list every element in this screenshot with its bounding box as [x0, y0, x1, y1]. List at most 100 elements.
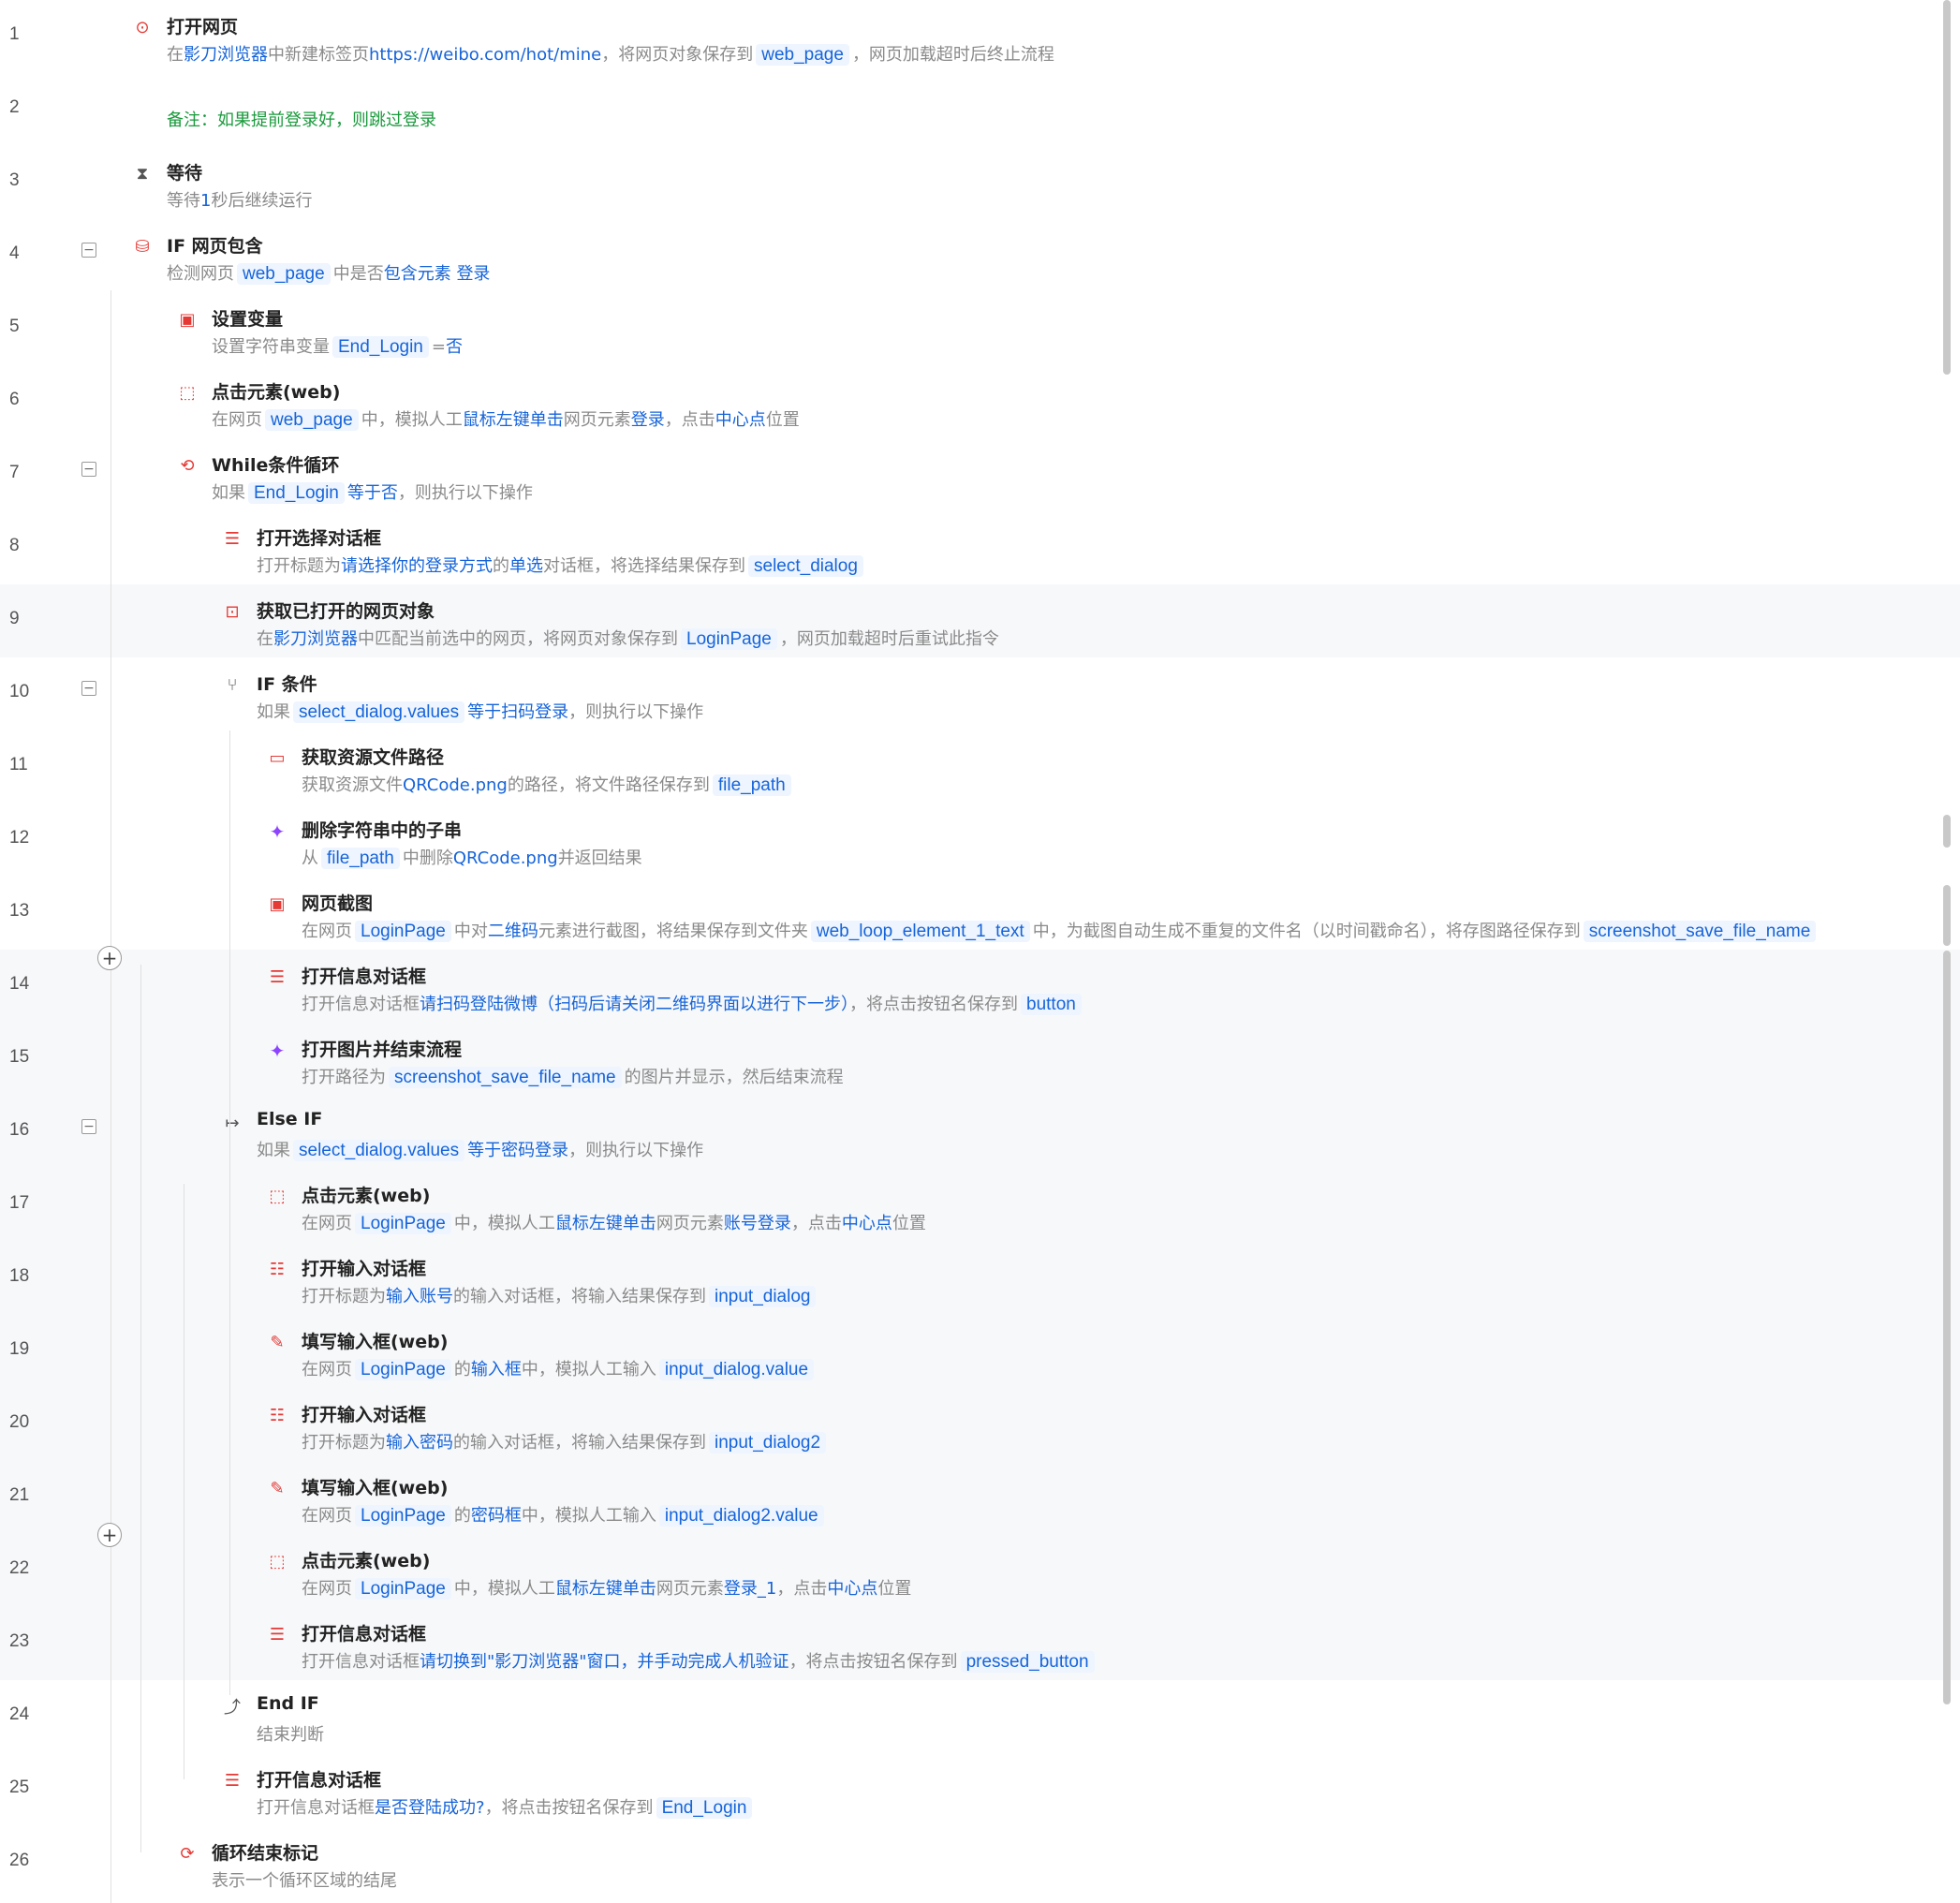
variable-chip: LoginPage — [355, 921, 451, 942]
step-row[interactable]: 17 ⬚ 点击元素(web) 在网页 LoginPage 中，模拟人工鼠标左键单击网页元素… — [0, 1169, 1960, 1242]
step-row[interactable]: 21 ✎ 填写输入框(web) 在网页 LoginPage 的密码框中，模拟人工输入 inp… — [0, 1461, 1960, 1534]
desc-text: 的 — [453, 1506, 471, 1526]
step-row[interactable]: 11 ▭ 获取资源文件路径 获取资源文件QRCode.png的路径，将文件路径保存到 f… — [0, 730, 1960, 804]
desc-text: 位置 — [765, 410, 800, 430]
step-row[interactable]: 7 − ⟲ While条件循环 如果 End_Login 等于否，则执行以下操作 — [0, 438, 1960, 511]
desc-text: 在网页 — [302, 1360, 352, 1379]
step-row[interactable]: 14 ☰ 打开信息对话框 打开信息对话框请扫码登陆微博（扫码后请关闭二维码界面以进行下… — [0, 950, 1960, 1023]
step-description: 在网页 web_page 中，模拟人工鼠标左键单击网页元素登录，点击中心点位置 — [212, 406, 800, 431]
step-row[interactable]: 16 − ↦ Else IF 如果 select_dialog.values 等于密码登录，… — [0, 1096, 1960, 1169]
desc-text: 在 — [257, 629, 273, 649]
step-row[interactable]: 18 ☷ 打开输入对话框 打开标题为输入账号的输入对话框，将输入结果保存到 input_… — [0, 1242, 1960, 1315]
param-value: 请扫码登陆微博（扫码后请关闭二维码界面以进行下一步） — [420, 995, 849, 1014]
line-number: 8 — [9, 536, 20, 555]
desc-text: 中，模拟人工 — [361, 410, 463, 430]
variable-chip: screenshot_save_file_name — [1583, 921, 1817, 942]
add-step-button[interactable]: + — [97, 946, 122, 970]
step-row[interactable]: 3 ⧗ 等待 等待1秒后继续运行 — [0, 146, 1960, 219]
desc-text: 的 — [493, 556, 509, 576]
desc-text: 中匹配当前选中的网页，将网页对象保存到 — [358, 629, 678, 649]
step-row[interactable]: 20 ☷ 打开输入对话框 打开标题为输入密码的输入对话框，将输入结果保存到 input_… — [0, 1388, 1960, 1461]
scrollbar[interactable] — [1943, 885, 1951, 946]
param-value: 登录 — [630, 410, 665, 430]
scrollbar[interactable] — [1943, 815, 1951, 848]
desc-text: 的路径，将文件路径保存到 — [507, 775, 710, 795]
step-row[interactable]: 19 ✎ 填写输入框(web) 在网页 LoginPage 的输入框中，模拟人工输入 inp… — [0, 1315, 1960, 1388]
folder-path-icon: ▭ — [269, 748, 286, 768]
param-value: 输入框 — [470, 1360, 522, 1379]
line-number: 11 — [9, 755, 28, 774]
add-step-button[interactable]: + — [97, 1523, 122, 1547]
param-value: QRCode.png — [403, 775, 508, 795]
step-title: 打开网页 — [167, 17, 239, 37]
step-title: 网页截图 — [302, 893, 374, 914]
param-value: 否 — [445, 337, 463, 357]
desc-text: 等待 — [167, 191, 200, 211]
desc-text: ，则执行以下操作 — [568, 702, 704, 722]
line-number: 4 — [9, 243, 20, 263]
step-row[interactable]: 13 ▣ 网页截图 在网页 LoginPage 中对二维码元素进行截图，将结果保存到文件夹… — [0, 877, 1960, 950]
step-row[interactable]: 1 ⊙ 打开网页 在影刀浏览器中新建标签页https://weibo.com/hot/… — [0, 0, 1960, 73]
indent-guide — [140, 965, 141, 1852]
param-value: 请选择你的登录方式 — [341, 556, 493, 576]
browser-open-icon: ⊙ — [135, 18, 150, 37]
while-loop-icon: ⟲ — [180, 456, 195, 476]
desc-text: 打开标题为 — [257, 556, 341, 576]
variable-chip: LoginPage — [355, 1359, 451, 1380]
step-row[interactable]: 5 ▣ 设置变量 设置字符串变量 End_Login =否 — [0, 292, 1960, 365]
collapse-toggle[interactable]: − — [81, 462, 96, 477]
desc-text: 中对 — [453, 922, 488, 941]
step-row[interactable]: 24 ⤴ End IF 结束判断 — [0, 1680, 1960, 1753]
collapse-toggle[interactable]: − — [81, 681, 96, 696]
hourglass-icon: ⧗ — [136, 164, 149, 184]
param-value: 鼠标左键单击 — [462, 410, 564, 430]
line-number: 26 — [9, 1851, 30, 1870]
ai-sparkle-icon: ✦ — [269, 1040, 286, 1062]
step-row[interactable]: 6 ⬚ 点击元素(web) 在网页 web_page 中，模拟人工鼠标左键单击网页元素登录… — [0, 365, 1960, 438]
step-row[interactable]: 10 − ⑂ IF 条件 如果 select_dialog.values 等于扫码登录，则执… — [0, 657, 1960, 730]
param-value: 中心点 — [715, 410, 766, 430]
step-title: 打开输入对话框 — [302, 1405, 427, 1425]
line-number: 5 — [9, 317, 20, 336]
end-if-icon: ⤴ — [224, 1698, 241, 1718]
variable-chip: file_path — [321, 848, 400, 869]
param-value: 是否登陆成功? — [375, 1798, 485, 1818]
step-row[interactable]: 15 ✦ 打开图片并结束流程 打开路径为 screenshot_save_file_na… — [0, 1023, 1960, 1096]
step-title: 等待 — [167, 163, 203, 184]
param-value: 账号登录 — [723, 1214, 791, 1233]
step-description: 获取资源文件QRCode.png的路径，将文件路径保存到 file_path — [302, 772, 794, 796]
desc-text: 中，模拟人工 — [453, 1214, 555, 1233]
line-number: 22 — [9, 1558, 30, 1578]
step-description: 打开信息对话框是否登陆成功?，将点击按钮名保存到 End_Login — [257, 1794, 755, 1819]
desc-text: 秒后继续运行 — [211, 191, 313, 211]
step-row[interactable]: 26 ⟳ 循环结束标记 表示一个循环区域的结尾 — [0, 1826, 1960, 1899]
step-title: 打开信息对话框 — [257, 1770, 382, 1791]
step-row[interactable]: 8 ☰ 打开选择对话框 打开标题为请选择你的登录方式的单选对话框，将选择结果保存到 se… — [0, 511, 1960, 584]
step-row[interactable]: 9 ⊡ 获取已打开的网页对象 在影刀浏览器中匹配当前选中的网页，将网页对象保存到 Log… — [0, 584, 1960, 657]
desc-text: 打开标题为 — [302, 1433, 386, 1453]
desc-text: = — [431, 337, 446, 357]
step-row[interactable]: 25 ☰ 打开信息对话框 打开信息对话框是否登陆成功?，将点击按钮名保存到 End_Lo… — [0, 1753, 1960, 1826]
step-row[interactable]: 12 ✦ 删除字符串中的子串从 file_path 中删除QRCode.png并返回结果 — [0, 804, 1960, 877]
param-value: 包含元素 — [383, 264, 451, 284]
step-row[interactable]: 23 ☰ 打开信息对话框 打开信息对话框请切换到"影刀浏览器"窗口，并手动完成人机验证… — [0, 1607, 1960, 1680]
collapse-toggle[interactable]: − — [81, 1119, 96, 1134]
step-description: 表示一个循环区域的结尾 — [212, 1867, 397, 1892]
param-value: 登录 — [456, 264, 491, 284]
scrollbar[interactable] — [1943, 0, 1951, 375]
step-row[interactable]: 2 备注：如果提前登录好，则跳过登录 — [0, 73, 1960, 146]
variable-chip: End_Login — [248, 482, 345, 504]
variable-chip: input_dialog — [709, 1286, 817, 1307]
collapse-toggle[interactable]: − — [81, 243, 96, 258]
step-row[interactable]: 22 ⬚ 点击元素(web) 在网页 LoginPage 中，模拟人工鼠标左键单击网页元素… — [0, 1534, 1960, 1607]
scrollbar[interactable] — [1943, 951, 1951, 1704]
param-value: https://weibo.com/hot/mine — [369, 45, 602, 65]
step-description: 在影刀浏览器中匹配当前选中的网页，将网页对象保存到 LoginPage ，网页加载超… — [257, 626, 999, 650]
desc-text: 如果 — [257, 702, 290, 722]
desc-text: 并返回结果 — [557, 848, 642, 868]
variable-chip: select_dialog.values — [293, 701, 465, 723]
variable-chip: web_loop_element_1_text — [810, 921, 1030, 942]
step-row[interactable]: 4 − ⛁ IF 网页包含 检测网页 web_page 中是否包含元素 登录 — [0, 219, 1960, 292]
variable-chip: web_page — [265, 409, 359, 431]
desc-text: 如果 — [257, 1141, 290, 1160]
